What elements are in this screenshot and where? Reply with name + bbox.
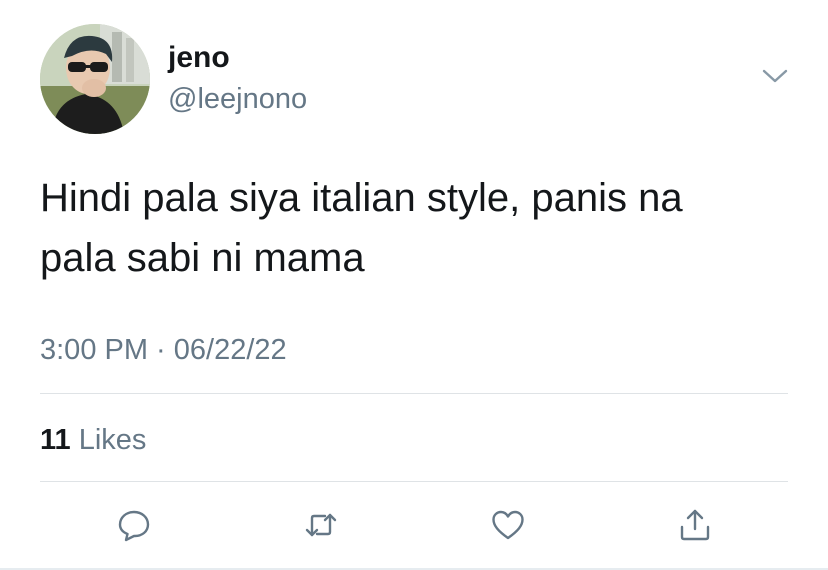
heart-icon (492, 510, 524, 540)
divider (40, 393, 788, 394)
chevron-down-icon[interactable] (760, 66, 790, 86)
retweet-icon (305, 513, 337, 537)
share-button[interactable] (675, 505, 715, 545)
avatar[interactable] (40, 24, 150, 134)
tweet-text: Hindi pala siya italian style, panis na … (40, 176, 683, 280)
reply-button[interactable] (114, 505, 154, 545)
display-name[interactable]: jeno (168, 40, 230, 76)
comment-icon (118, 510, 150, 542)
tweet-timestamp[interactable]: 3:00 PM · 06/22/22 (40, 332, 287, 368)
avatar-photo (40, 24, 150, 134)
retweet-button[interactable] (301, 505, 341, 545)
share-icon (680, 509, 710, 541)
likes-count: 11 (40, 424, 71, 456)
user-handle[interactable]: @leejnono (168, 82, 307, 116)
divider (40, 481, 788, 482)
like-button[interactable] (488, 505, 528, 545)
likes-stat[interactable]: 11 Likes (40, 422, 146, 458)
likes-label: Likes (78, 424, 147, 456)
